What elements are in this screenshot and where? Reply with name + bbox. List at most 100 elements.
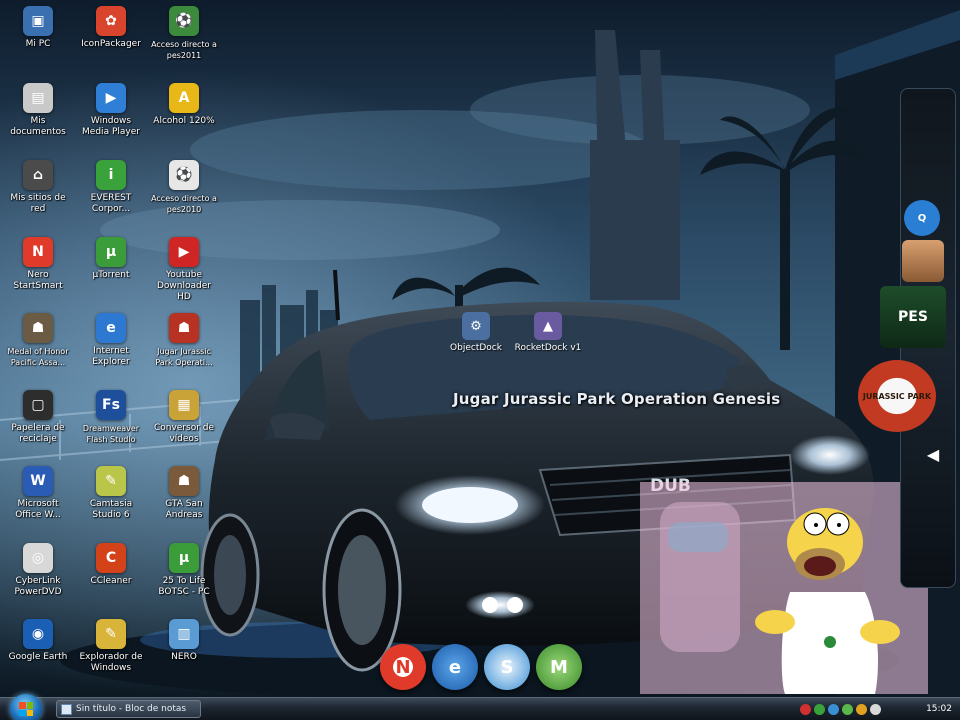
quicktime-icon[interactable]: Q [904, 200, 940, 236]
desktop-icon-computer[interactable]: ▣ Mi PC [1, 3, 75, 79]
desktop-icon-ccleaner[interactable]: C CCleaner [74, 540, 148, 616]
nero-file-icon: ▥ [169, 619, 199, 649]
desktop-icon-objectdock[interactable]: ⚙ ObjectDock [436, 312, 516, 353]
desktop-icon-alcohol[interactable]: A Alcohol 120% [147, 80, 221, 156]
desktop-icon-label: Youtube Downloader HD [157, 270, 211, 302]
desktop-icon-label: Acceso directo a pes2011 [151, 40, 217, 60]
messenger-glyph: M [550, 656, 568, 678]
bottom-dock: N e S M [378, 640, 588, 692]
notepad-icon [61, 703, 72, 715]
medal-of-honor-icon: ☗ [23, 313, 53, 343]
system-tray: 15:02 [800, 700, 960, 718]
desktop-icon-pes2010-shortcut[interactable]: ⚽ Acceso directo a pes2010 [147, 157, 221, 233]
messenger-dock-icon[interactable]: M [536, 644, 582, 690]
desktop-icon-rocketdock[interactable]: ▲ RocketDock v1 [508, 312, 588, 353]
desktop-icon-label: Mis sitios de red [10, 193, 66, 214]
desktop-icon-label: Mi PC [25, 39, 51, 49]
desktop-icon-label: CCleaner [90, 576, 132, 586]
desktop-icon-everest[interactable]: i EVEREST Corpor... [74, 157, 148, 233]
nero-glyph: N [395, 656, 411, 678]
desktop-icon-utorrent-file[interactable]: µ 25 To Life BOTSC - PC [147, 540, 221, 616]
messenger-tray-icon[interactable] [842, 703, 853, 715]
camtasia-icon: ✎ [96, 466, 126, 496]
desktop-icon-pes2011-shortcut[interactable]: ⚽ Acceso directo a pes2011 [147, 3, 221, 79]
desktop-icon-nero-file[interactable]: ▥ NERO [147, 616, 221, 692]
desktop-icon-label: Internet Explorer [92, 346, 130, 367]
desktop-icon-media-player[interactable]: ▶ Windows Media Player [74, 80, 148, 156]
desktop-icon-label: ObjectDock [450, 343, 502, 353]
ie-glyph: e [448, 656, 462, 678]
desktop-icon-label: Jugar Jurassic Park Operati... [155, 347, 213, 367]
safari-dock-icon[interactable]: S [484, 644, 530, 690]
desktop-icon-video-converter[interactable]: ▦ Conversor de vídeos [147, 387, 221, 463]
desktop-icon-label: CyberLink PowerDVD [14, 576, 62, 597]
desktop-icon-iconpackager[interactable]: ✿ IconPackager [74, 3, 148, 79]
desktop-icon-camtasia[interactable]: ✎ Camtasia Studio 6 [74, 463, 148, 539]
desktop-icon-flash-studio[interactable]: Fs Dreamweaver Flash Studio [74, 387, 148, 463]
computer-icon: ▣ [23, 6, 53, 36]
alcohol-icon: A [169, 83, 199, 113]
dock-collapse-arrow-icon[interactable]: ◀ [922, 443, 944, 465]
antivirus-tray-icon[interactable] [800, 703, 811, 715]
recycle-bin-icon: ▢ [23, 390, 53, 420]
documents-folder-icon: ▤ [23, 83, 53, 113]
desktop-icon-internet-explorer[interactable]: e Internet Explorer [74, 310, 148, 386]
desktop-icon-label: Papelera de reciclaje [11, 423, 65, 444]
gta-icon: ☗ [169, 466, 199, 496]
desktop-icon-powerdvd[interactable]: ◎ CyberLink PowerDVD [1, 540, 75, 616]
desktop-icon-jurassic-park[interactable]: ☗ Jugar Jurassic Park Operati... [147, 310, 221, 386]
desktop-icon-label: Conversor de vídeos [153, 423, 215, 444]
volume-tray-icon[interactable] [870, 703, 881, 715]
desktop-icon-windows-explorer[interactable]: ✎ Explorador de Windows [74, 616, 148, 692]
desktop-icon-nero[interactable]: N Nero StartSmart [1, 234, 75, 310]
word-icon: W [23, 466, 53, 496]
internet-explorer-dock-icon[interactable]: e [432, 644, 478, 690]
desktop-icon-label: Dreamweaver Flash Studio [82, 424, 140, 444]
network-tray-icon[interactable] [814, 703, 825, 715]
desktop-icon-label: Explorador de Windows [79, 652, 143, 673]
pes-dock-icon[interactable]: PES [880, 286, 946, 348]
desktop-icon-label: Alcohol 120% [153, 116, 215, 126]
desktop-icon-label: 25 To Life BOTSC - PC [158, 576, 210, 597]
ccleaner-icon: C [96, 543, 126, 573]
bluetooth-tray-icon[interactable] [828, 703, 839, 715]
desktop-icon-label: EVEREST Corpor... [90, 193, 132, 214]
desktop-icon-word[interactable]: W Microsoft Office W... [1, 463, 75, 539]
desktop-icon-gta[interactable]: ☗ GTA San Andreas [147, 463, 221, 539]
internet-explorer-icon: e [96, 313, 126, 343]
desktop-icon-recycle-bin[interactable]: ▢ Papelera de reciclaje [1, 387, 75, 463]
desktop-icon-medal-of-honor[interactable]: ☗ Medal of Honor Pacific Assa... [1, 310, 75, 386]
clock[interactable]: 15:02 [926, 704, 952, 714]
homer-simpson-widget[interactable] [640, 482, 928, 694]
desktop-icon-label: Nero StartSmart [13, 270, 63, 291]
desktop-icon-label: Google Earth [8, 652, 68, 662]
iconpackager-icon: ✿ [96, 6, 126, 36]
desktop-icon-label: Acceso directo a pes2010 [151, 194, 217, 214]
desktop-icon-documents-folder[interactable]: ▤ Mis documentos [1, 80, 75, 156]
desktop-icon-label: Microsoft Office W... [15, 499, 61, 520]
desktop-icon-network-places[interactable]: ⌂ Mis sitios de red [1, 157, 75, 233]
desktop-icon-google-earth[interactable]: ◉ Google Earth [1, 616, 75, 692]
desktop-icon-label: Windows Media Player [82, 116, 140, 137]
pes2010-shortcut-icon: ⚽ [169, 160, 199, 190]
desktop-icon-label: IconPackager [81, 39, 141, 49]
taskbar-window-notepad[interactable]: Sin título - Bloc de notas [56, 700, 201, 718]
update-tray-icon[interactable] [856, 703, 867, 715]
avatar-icon[interactable] [902, 240, 944, 282]
objectdock-icon: ⚙ [462, 312, 490, 340]
rocketdock-icon: ▲ [534, 312, 562, 340]
right-dock: Q PES JURASSIC PARK ◀ [858, 88, 960, 588]
taskbar-window-title: Sin título - Bloc de notas [76, 704, 187, 714]
desktop-icon-label: Camtasia Studio 6 [89, 499, 133, 520]
nero-dock-icon[interactable]: N [380, 644, 426, 690]
desktop-icon-youtube-downloader[interactable]: ▶ Youtube Downloader HD [147, 234, 221, 310]
desktop-icon-label: µTorrent [92, 270, 130, 280]
taskbar: Sin título - Bloc de notas 15:02 [0, 694, 960, 720]
desktop-icon-utorrent[interactable]: µ µTorrent [74, 234, 148, 310]
utorrent-file-icon: µ [169, 543, 199, 573]
nero-icon: N [23, 237, 53, 267]
jurassic-park-dock-icon[interactable]: JURASSIC PARK [858, 360, 936, 432]
start-button[interactable] [10, 694, 42, 720]
jurassic-park-icon: ☗ [169, 313, 199, 343]
network-places-icon: ⌂ [23, 160, 53, 190]
